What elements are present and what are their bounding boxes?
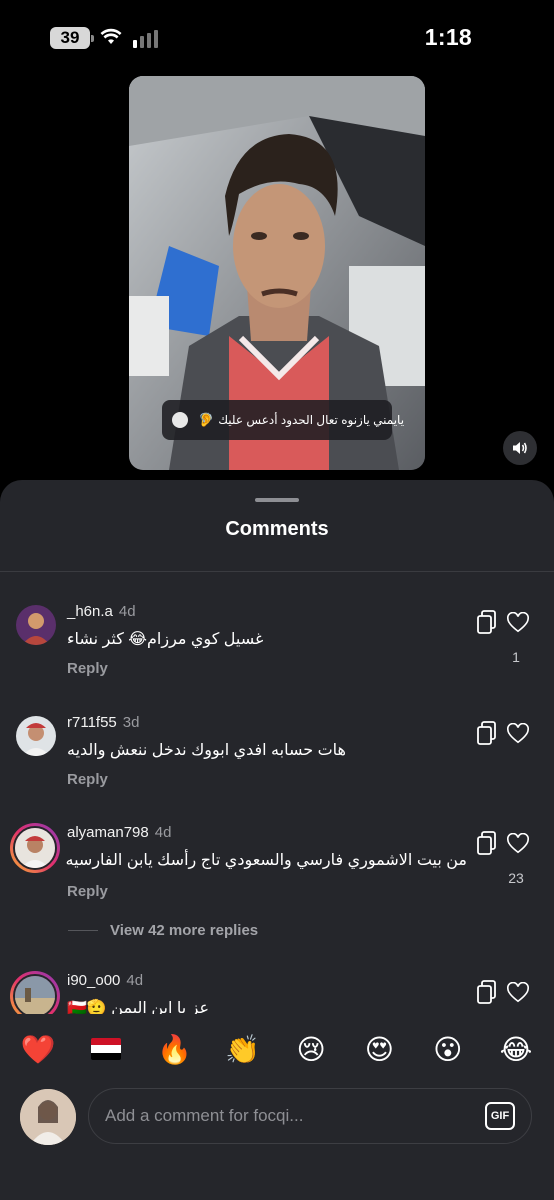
avatar-with-story-ring[interactable]: [10, 823, 60, 873]
translate-icon[interactable]: [476, 980, 498, 1004]
emoji-yemen-flag[interactable]: [88, 1038, 124, 1060]
gif-button[interactable]: GIF: [485, 1102, 515, 1130]
comment-time: 3d: [122, 714, 140, 731]
emoji-clapping[interactable]: 👏: [225, 1033, 261, 1066]
emoji-crying[interactable]: 😢: [293, 1033, 329, 1066]
battery-icon: 39: [50, 27, 94, 49]
translate-icon[interactable]: [476, 831, 498, 855]
caption-text: يايمني يازنوه تعال الحدود أدعس عليك: [218, 413, 405, 427]
reply-button[interactable]: Reply: [67, 660, 108, 677]
comment-time: 4d: [118, 603, 136, 620]
emoji-heart-eyes[interactable]: 😍: [361, 1033, 397, 1066]
comment-text: هات حسابه افدي ابووك ندخل ننعش والديه: [67, 742, 346, 759]
avatar[interactable]: [16, 605, 56, 645]
comment-time: 4d: [126, 972, 144, 989]
status-bar: 39 1:18: [0, 0, 554, 75]
emoji-fire[interactable]: 🔥: [157, 1033, 193, 1066]
video-caption: 🦻 يايمني يازنوه تعال الحدود أدعس عليك: [162, 400, 404, 440]
comment-time: 4d: [154, 824, 172, 841]
comment-input[interactable]: [88, 1088, 532, 1144]
current-user-avatar[interactable]: [20, 1089, 76, 1145]
emoji-heart[interactable]: ❤️: [20, 1033, 56, 1066]
comment-username[interactable]: i90_o00 4d: [67, 972, 143, 989]
reply-button[interactable]: Reply: [67, 771, 108, 788]
translate-icon[interactable]: [476, 610, 498, 634]
comment-username[interactable]: r711f55 3d: [67, 714, 139, 731]
like-count: 1: [512, 649, 520, 665]
comment-text: من بيت الاشموري فارسي والسعودي تاج رأسك …: [65, 852, 468, 869]
avatar[interactable]: [16, 716, 56, 756]
comment-composer: GIF: [0, 1084, 554, 1174]
heart-icon[interactable]: [507, 833, 529, 855]
view-more-replies-button[interactable]: View 42 more replies: [68, 922, 258, 939]
like-count: 23: [508, 870, 524, 886]
sheet-grabber[interactable]: [255, 498, 299, 502]
speaker-icon: [513, 442, 527, 454]
comment-username[interactable]: alyaman798 4d: [67, 824, 171, 841]
status-time: 1:18: [424, 24, 472, 50]
yemen-flag-icon: [91, 1038, 122, 1060]
avatar-with-story-ring[interactable]: [10, 971, 60, 1014]
emoji-surprised[interactable]: 😮: [430, 1033, 466, 1066]
comment-username[interactable]: _h6n.a 4d: [67, 603, 136, 620]
view-more-replies-label: View 42 more replies: [110, 922, 259, 939]
comment-text: عز يا ابن اليمن 🫡🇴🇲: [67, 1000, 209, 1014]
wifi-icon: [100, 28, 122, 44]
comments-list[interactable]: _h6n.a 4d غسيل كوي مرزام😂 كثر نشاء Reply …: [0, 572, 554, 1014]
mute-button[interactable]: [503, 431, 537, 465]
comment-text: غسيل كوي مرزام😂 كثر نشاء: [67, 631, 264, 648]
comments-sheet: Comments _h6n.a 4d غسيل كوي مرزام😂 كثر نش…: [0, 480, 554, 1200]
emoji-laughing[interactable]: 😂: [498, 1033, 534, 1066]
caption-emoji: 🦻: [198, 412, 215, 427]
heart-icon[interactable]: [507, 723, 529, 745]
heart-icon[interactable]: [507, 612, 529, 634]
emoji-reaction-bar: ❤️ 🔥 👏 😢 😍 😮 😂: [0, 1014, 554, 1084]
translate-icon[interactable]: [476, 721, 498, 745]
video-player[interactable]: 🦻 يايمني يازنوه تعال الحدود أدعس عليك: [129, 76, 425, 470]
heart-icon[interactable]: [507, 982, 529, 1004]
cellular-signal-icon: [133, 30, 158, 48]
divider: [68, 930, 98, 931]
caption-avatar: [172, 412, 188, 428]
sheet-title: Comments: [225, 518, 329, 540]
reply-button[interactable]: Reply: [67, 883, 108, 900]
